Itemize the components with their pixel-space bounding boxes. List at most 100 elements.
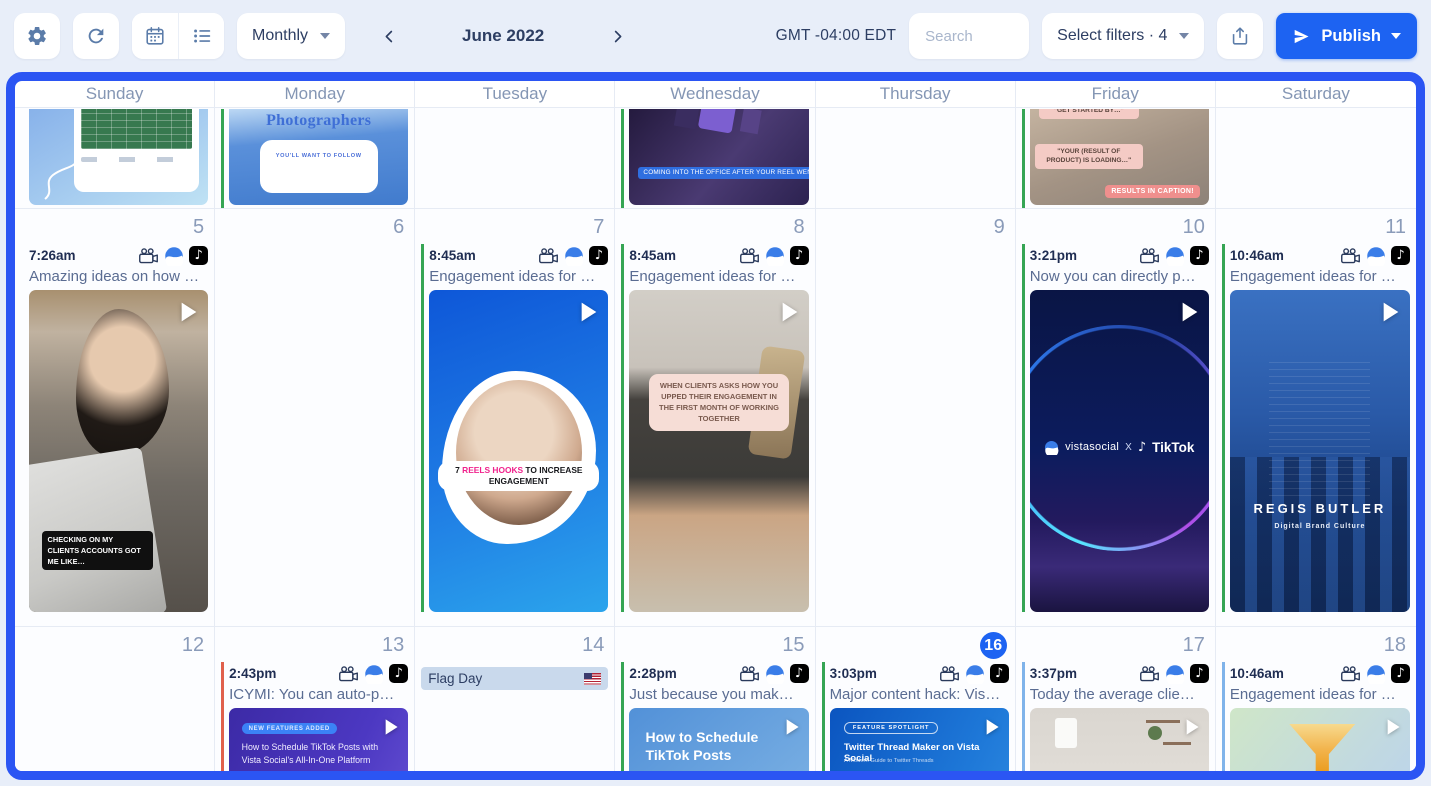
post-card[interactable]: "GET STARTED BY…" "YOUR (RESULT OF PRODU… [1021, 109, 1209, 208]
tiktok-icon [789, 246, 809, 265]
thumbnail-caption: CHECKING ON MY CLIENTS ACCOUNTS GOT ME L… [41, 530, 153, 571]
date-number: 11 [1385, 216, 1406, 238]
vistasocial-avatar-icon [765, 664, 785, 684]
publish-button[interactable]: Publish [1276, 13, 1417, 59]
prev-month-button[interactable] [372, 19, 406, 53]
view-mode-dropdown[interactable]: Monthly [237, 13, 346, 59]
filters-dropdown[interactable]: Select filters · 4 [1042, 13, 1205, 59]
day-cell-5[interactable]: 5 7:26am Amazing ideas on how … CHECKING… [15, 209, 216, 626]
post-card[interactable]: 2:28pm Just because you mak… How to Sche… [621, 662, 809, 771]
play-icon [778, 714, 804, 740]
day-cell-11[interactable]: 11 10:46am Engagement ideas for … REGIS … [1215, 209, 1416, 626]
day-cell-16[interactable]: 16 3:03pm Major content hack: Vis… FEATU… [815, 627, 1016, 771]
settings-button[interactable] [14, 13, 60, 59]
post-thumbnail[interactable]: vistasocial X ♪ TikTok [1029, 290, 1209, 612]
post-thumbnail[interactable]: Photographers YOU'LL WANT TO FOLLOW [229, 109, 409, 205]
post-card[interactable]: Photographers YOU'LL WANT TO FOLLOW [221, 109, 409, 208]
post-time: 2:28pm [629, 666, 677, 681]
share-button[interactable] [1217, 13, 1264, 59]
post-thumbnail[interactable]: 7 REELS HOOKS TO INCREASE ENGAGEMENT [429, 290, 609, 612]
post-thumbnail[interactable]: FEATURE SPOTLIGHT Twitter Thread Maker o… [829, 708, 1009, 771]
refresh-button[interactable] [73, 13, 119, 59]
brand-text: vistasocial [1065, 441, 1120, 454]
day-cell[interactable]: COMING INTO THE OFFICE AFTER YOUR REEL W… [615, 108, 816, 208]
tiktok-icon [1390, 664, 1410, 683]
post-card[interactable]: 8:45am Engagement ideas for … 7 REELS HO… [421, 244, 609, 612]
tiktok-icon [1390, 246, 1410, 265]
month-navigation: June 2022 [372, 19, 634, 53]
post-thumbnail[interactable]: WHEN CLIENTS ASKS HOW YOU UPPED THEIR EN… [629, 290, 809, 612]
post-title: Engagement ideas for … [1229, 268, 1396, 285]
month-label: June 2022 [462, 26, 545, 45]
today-date-badge: 16 [979, 632, 1007, 659]
post-card[interactable]: 7:26am Amazing ideas on how … CHECKING O… [21, 244, 209, 612]
day-cell[interactable] [1215, 108, 1416, 208]
day-cell-15[interactable]: 15 2:28pm Just because you mak… How to S… [615, 627, 816, 771]
video-camera-icon [1139, 665, 1160, 683]
day-cell-17[interactable]: 17 3:37pm Today the average clie… [1015, 627, 1216, 771]
vistasocial-avatar-icon [765, 246, 785, 266]
post-card[interactable]: 2:43pm ICYMI: You can auto-p… NEW FEATUR… [221, 662, 409, 771]
calendar-view-button[interactable] [132, 13, 178, 59]
partner-text: TikTok [1152, 439, 1195, 455]
vistasocial-avatar-icon [1366, 664, 1386, 684]
portrait-image [1269, 357, 1371, 497]
vistasocial-avatar-icon [965, 664, 985, 684]
publish-label: Publish [1321, 26, 1381, 45]
vistasocial-avatar-icon [1165, 246, 1185, 266]
day-cell[interactable] [15, 108, 216, 208]
post-thumbnail[interactable]: CHECKING ON MY CLIENTS ACCOUNTS GOT ME L… [29, 290, 209, 612]
day-cell-10[interactable]: 10 3:21pm Now you can directly p… [1015, 209, 1216, 626]
post-thumbnail[interactable] [1229, 708, 1410, 771]
day-cell[interactable]: "GET STARTED BY…" "YOUR (RESULT OF PRODU… [1015, 108, 1216, 208]
post-card[interactable]: 3:37pm Today the average clie… [1021, 662, 1209, 771]
day-cell[interactable] [415, 108, 616, 208]
vistasocial-avatar-icon [564, 246, 584, 266]
post-time: 3:37pm [1029, 666, 1077, 681]
post-card[interactable]: 10:46am Engagement ideas for … REGIS BUT… [1221, 244, 1410, 612]
day-header-row: Sunday Monday Tuesday Wednesday Thursday… [15, 81, 1416, 108]
post-thumbnail[interactable]: NEW FEATURES ADDED How to Schedule TikTo… [229, 708, 409, 771]
vistasocial-avatar-icon [364, 664, 384, 684]
view-toggle-group [132, 13, 224, 59]
day-cell[interactable] [815, 108, 1016, 208]
thumbnail-caption: 7 REELS HOOKS TO INCREASE ENGAGEMENT [438, 460, 600, 492]
post-time: 7:26am [29, 248, 76, 263]
day-cell-18[interactable]: 18 10:46am Engagement ideas for … [1215, 627, 1416, 771]
video-camera-icon [338, 665, 359, 683]
day-cell-8[interactable]: 8 8:45am Engagement ideas for … WHEN CLI… [615, 209, 816, 626]
thumbnail-caption: YOU'LL WANT TO FOLLOW [259, 139, 378, 194]
post-thumbnail[interactable] [1029, 708, 1209, 771]
post-card[interactable]: 10:46am Engagement ideas for … [1221, 662, 1410, 771]
day-cell-13[interactable]: 13 2:43pm ICYMI: You can auto-p… NEW FEA… [215, 627, 416, 771]
post-card[interactable]: 3:03pm Major content hack: Vis… FEATURE … [821, 662, 1009, 771]
tiktok-icon [1189, 246, 1209, 265]
date-number: 7 [593, 216, 605, 238]
day-cell[interactable]: Photographers YOU'LL WANT TO FOLLOW [215, 108, 416, 208]
search-input[interactable] [909, 13, 1030, 59]
post-thumbnail[interactable]: REGIS BUTLER Digital Brand Culture [1229, 290, 1410, 612]
post-card[interactable]: COMING INTO THE OFFICE AFTER YOUR REEL W… [621, 109, 809, 208]
day-cell-14[interactable]: 14 Flag Day [415, 627, 616, 771]
post-thumbnail[interactable]: COMING INTO THE OFFICE AFTER YOUR REEL W… [629, 109, 809, 205]
list-view-button[interactable] [178, 13, 224, 59]
post-thumbnail[interactable]: "GET STARTED BY…" "YOUR (RESULT OF PRODU… [1029, 109, 1209, 205]
post-title: Engagement ideas for … [1229, 686, 1396, 703]
day-cell-12[interactable]: 12 [15, 627, 216, 771]
thumbnail-caption: WHEN CLIENTS ASKS HOW YOU UPPED THEIR EN… [649, 373, 789, 431]
post-time: 8:45am [629, 248, 676, 263]
post-card[interactable] [21, 109, 209, 208]
next-month-button[interactable] [600, 19, 634, 53]
post-card[interactable]: 3:21pm Now you can directly p… vistasoci… [1021, 244, 1209, 612]
day-cell-7[interactable]: 7 8:45am Engagement ideas for … 7 REELS … [415, 209, 616, 626]
post-thumbnail[interactable] [29, 109, 209, 205]
day-cell-9[interactable]: 9 [815, 209, 1016, 626]
post-thumbnail[interactable]: How to Schedule TikTok Posts [629, 708, 809, 771]
date-number: 6 [393, 216, 405, 238]
thumbnail-subtitle: A Modern Guide to Twitter Threads [843, 758, 934, 764]
post-title: Amazing ideas on how … [29, 268, 200, 285]
tiktok-icon [1189, 664, 1209, 683]
post-card[interactable]: 8:45am Engagement ideas for … WHEN CLIEN… [621, 244, 809, 612]
day-cell-6[interactable]: 6 [215, 209, 416, 626]
thumbnail-caption: RESULTS IN CAPTION! [1105, 185, 1200, 199]
